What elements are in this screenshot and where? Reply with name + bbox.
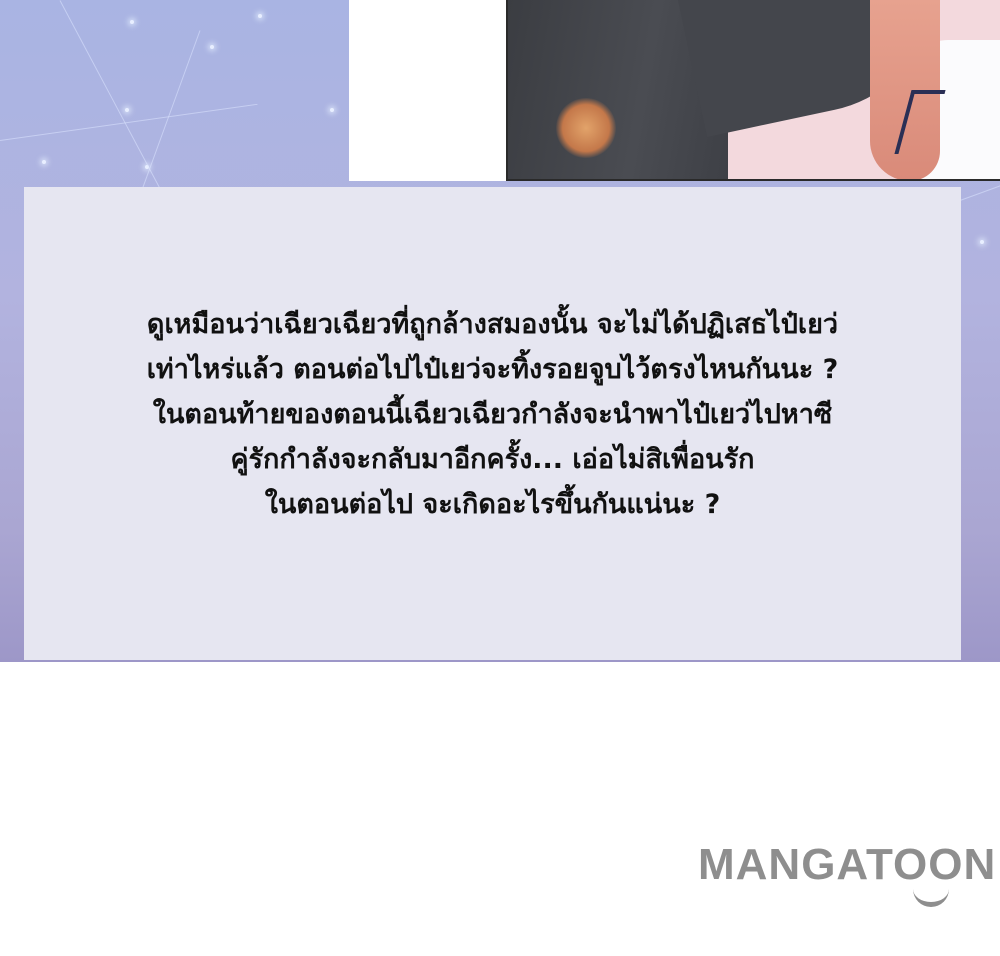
bokeh-light — [556, 98, 616, 158]
light-streak — [959, 179, 1000, 201]
caption-text: ดูเหมือนว่าเฉียวเฉียวที่ถูกล้างสมองนั้น … — [147, 302, 839, 527]
light-streak — [137, 30, 201, 200]
blank-comic-panel — [349, 0, 507, 181]
caption-line: ในตอนต่อไป จะเกิดอะไรขึ้นกันแน่นะ ? — [264, 489, 721, 520]
logo-text: MANGATOON — [698, 840, 997, 889]
sparkle — [42, 160, 46, 164]
caption-box: ดูเหมือนว่าเฉียวเฉียวที่ถูกล้างสมองนั้น … — [24, 187, 961, 660]
caption-line: ในตอนท้ายของตอนนี้เฉียวเฉียวกำลังจะนำพาไ… — [152, 399, 833, 430]
sparkle — [330, 108, 334, 112]
sparkle — [210, 45, 214, 49]
light-streak — [59, 0, 164, 195]
smile-icon — [913, 884, 949, 907]
caption-line: ดูเหมือนว่าเฉียวเฉียวที่ถูกล้างสมองนั้น … — [146, 309, 839, 340]
sparkle — [130, 20, 134, 24]
caption-line: คู่รักกำลังจะกลับมาอีกครั้ง... เอ่อไม่สิ… — [230, 444, 755, 475]
sparkle — [125, 108, 129, 112]
sparkle — [980, 240, 984, 244]
sparkle — [258, 14, 262, 18]
mangatoon-logo: MANGATOON — [698, 840, 998, 910]
comic-art-panel — [506, 0, 1000, 181]
caption-line: เท่าไหร่แล้ว ตอนต่อไปไป๋เยว่จะทิ้งรอยจูบ… — [146, 354, 839, 385]
